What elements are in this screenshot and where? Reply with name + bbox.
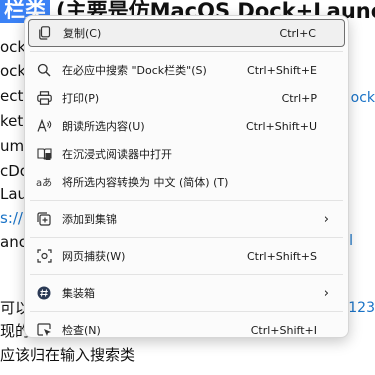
menu-item-label: 集装箱: [62, 287, 95, 300]
menu-item-immersive-reader[interactable]: 在沉浸式阅读器中打开: [28, 140, 345, 168]
menu-item-print[interactable]: 打印(P) Ctrl+P: [28, 84, 345, 112]
menu-item-inspect[interactable]: 检查(N) Ctrl+Shift+I: [28, 316, 345, 344]
article-link-right[interactable]: 123: [348, 298, 375, 318]
menu-item-label: 打印(P): [62, 92, 100, 105]
article-link-right[interactable]: l: [349, 231, 353, 251]
menu-divider: [30, 200, 343, 201]
menu-item-label: 网页捕获(W): [62, 250, 126, 263]
collections-icon: [36, 211, 52, 227]
menu-item-shortcut: Ctrl+C: [279, 26, 316, 40]
menu-item-shortcut: Ctrl+Shift+S: [247, 249, 317, 263]
translate-icon: aあ: [36, 174, 52, 190]
context-menu: 复制(C) Ctrl+C 在必应中搜索 "Dock栏类"(S) Ctrl+Shi…: [24, 15, 349, 338]
menu-item-add-to-collections[interactable]: 添加到集锦 ›: [28, 205, 345, 233]
menu-item-shortcut: Ctrl+Shift+U: [245, 119, 317, 133]
menu-divider: [30, 311, 343, 312]
menu-item-read-aloud[interactable]: 朗读所选内容(U) Ctrl+Shift+U: [28, 112, 345, 140]
browser-page: 栏类 (主要是仿MacOS Dock+LaunchP ock ock ectD …: [0, 0, 375, 375]
article-line: ock: [0, 62, 27, 80]
menu-item-label: 检查(N): [62, 324, 101, 337]
chevron-right-icon: ›: [323, 285, 329, 301]
chevron-right-icon: ›: [323, 211, 329, 227]
web-capture-icon: [36, 248, 52, 264]
menu-item-label: 朗读所选内容(U): [62, 120, 145, 133]
menu-item-label: 复制(C): [63, 27, 102, 40]
menu-item-copy[interactable]: 复制(C) Ctrl+C: [28, 19, 345, 47]
menu-item-label: 在必应中搜索 "Dock栏类"(S): [62, 64, 207, 77]
hash-icon: [36, 285, 52, 301]
menu-item-label: 添加到集锦: [62, 213, 117, 226]
search-icon: [36, 62, 52, 78]
menu-divider: [30, 51, 343, 52]
print-icon: [36, 90, 52, 106]
menu-item-shortcut: Ctrl+Shift+I: [250, 323, 317, 337]
immersive-reader-icon: [36, 146, 52, 162]
menu-divider: [30, 237, 343, 238]
article-link[interactable]: s://: [0, 208, 23, 228]
menu-item-shortcut: Ctrl+Shift+E: [247, 63, 317, 77]
read-aloud-icon: [36, 118, 52, 134]
svg-text:aあ: aあ: [36, 177, 52, 189]
article-line: ock: [0, 38, 27, 56]
menu-item-extension-hub[interactable]: 集装箱 ›: [28, 279, 345, 307]
article-line: 应该归在输入搜索类: [0, 346, 136, 364]
menu-item-web-capture[interactable]: 网页捕获(W) Ctrl+Shift+S: [28, 242, 345, 270]
menu-item-translate[interactable]: aあ 将所选内容转换为 中文 (简体) (T): [28, 168, 345, 196]
menu-item-shortcut: Ctrl+P: [281, 91, 317, 105]
menu-item-search-bing[interactable]: 在必应中搜索 "Dock栏类"(S) Ctrl+Shift+E: [28, 56, 345, 84]
menu-divider: [30, 274, 343, 275]
copy-icon: [37, 25, 53, 41]
menu-item-label: 将所选内容转换为 中文 (简体) (T): [62, 176, 229, 189]
menu-item-label: 在沉浸式阅读器中打开: [62, 148, 172, 161]
article-link-right[interactable]: ock: [351, 88, 375, 108]
inspect-icon: [36, 322, 52, 338]
